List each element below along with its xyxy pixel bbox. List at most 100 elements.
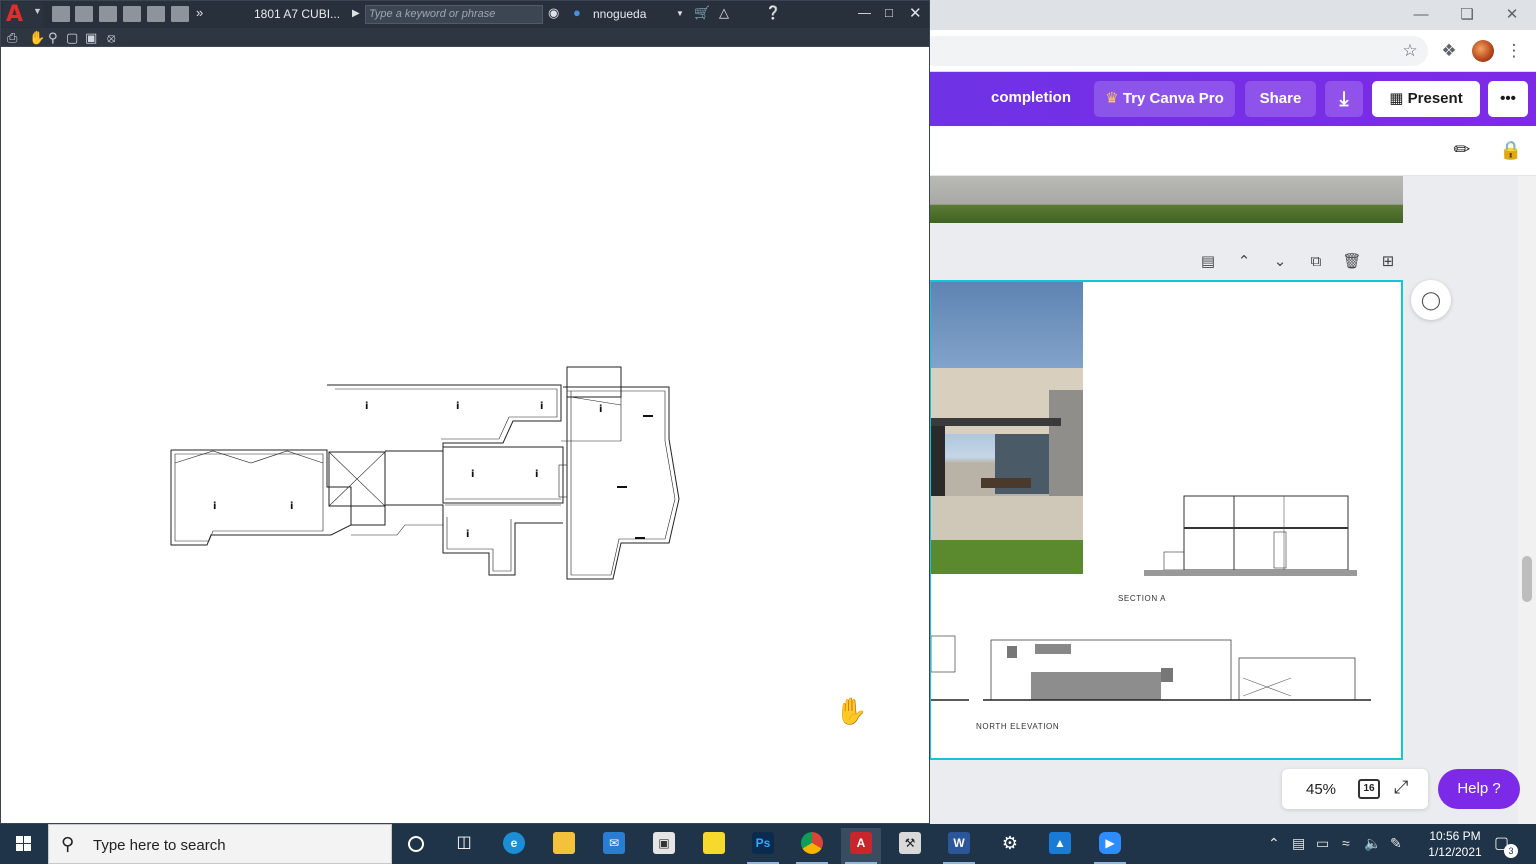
svg-text:i: i xyxy=(466,529,469,540)
section-a-label[interactable]: SECTION A xyxy=(1118,594,1166,603)
help-icon[interactable]: ❔ xyxy=(765,5,781,21)
add-comment-icon[interactable]: ◯ xyxy=(1411,280,1451,320)
user-icon[interactable]: ● xyxy=(573,5,581,20)
cortana-icon[interactable] xyxy=(396,828,436,864)
battery-icon[interactable]: ▭ xyxy=(1316,835,1329,852)
volume-icon[interactable]: 🔈 xyxy=(1364,835,1381,852)
address-bar[interactable] xyxy=(920,36,1428,66)
document-title[interactable]: completion xyxy=(991,89,1071,106)
rhino-icon[interactable]: ⚒ xyxy=(890,828,930,864)
minimize-icon[interactable]: — xyxy=(858,5,871,20)
file-explorer-icon[interactable] xyxy=(544,828,584,864)
mail-icon[interactable]: ✉ xyxy=(594,828,634,864)
svg-text:i: i xyxy=(290,501,293,512)
close-icon[interactable]: ✕ xyxy=(1498,4,1526,26)
open-icon[interactable] xyxy=(75,6,93,22)
search-icon: ⚲ xyxy=(61,834,75,854)
new-icon[interactable] xyxy=(52,6,70,22)
user-dropdown-icon[interactable]: ▼ xyxy=(676,9,684,18)
share-icon[interactable] xyxy=(171,6,189,22)
maximize-icon[interactable]: □ xyxy=(885,5,893,20)
autodesk-app-icon[interactable]: △ xyxy=(719,5,729,21)
trash-icon[interactable]: 🗑 xyxy=(1340,250,1364,274)
taskbar-search-placeholder: Type here to search xyxy=(93,837,226,854)
architectural-render-image[interactable] xyxy=(931,282,1083,574)
svg-text:i: i xyxy=(540,401,543,412)
sticky-notes-icon[interactable] xyxy=(694,828,734,864)
menu-icon[interactable]: ⋮ xyxy=(1502,39,1526,63)
binoculars-icon[interactable]: ◉ xyxy=(548,5,559,21)
try-canva-pro-button[interactable]: ♛ Try Canva Pro xyxy=(1094,81,1235,117)
chevron-down-icon[interactable]: ⌄ xyxy=(1268,250,1292,274)
fullscreen-icon[interactable]: ⤢ xyxy=(1394,777,1408,798)
plot-icon[interactable] xyxy=(147,6,165,22)
word-icon[interactable]: W xyxy=(939,828,979,864)
search-input[interactable]: Type a keyword or phrase xyxy=(365,5,543,24)
try-canva-pro-label: Try Canva Pro xyxy=(1122,90,1224,107)
username[interactable]: nnogueda xyxy=(593,7,646,21)
clock-time[interactable]: 10:56 PM xyxy=(1420,829,1490,843)
paint-roller-icon[interactable]: ✏ xyxy=(1450,138,1474,162)
taskbar-search-box[interactable]: ⚲ Type here to search xyxy=(48,824,392,864)
zoom-window-icon[interactable]: ▢ xyxy=(66,29,78,46)
present-button[interactable]: ▦ Present xyxy=(1372,81,1480,117)
section-a-drawing xyxy=(1144,495,1357,576)
canva-scrollbar[interactable] xyxy=(1518,176,1536,824)
task-view-icon[interactable]: ◫ xyxy=(444,828,484,864)
chevron-down-icon: ▼ xyxy=(33,6,42,16)
extensions-icon[interactable]: ❖ xyxy=(1437,39,1461,63)
zoom-icon[interactable]: ⚲ xyxy=(48,29,58,46)
edge-icon[interactable]: e xyxy=(494,828,534,864)
photos-icon[interactable]: ▲ xyxy=(1040,828,1080,864)
zoom-controls: 45% 16 ⤢ xyxy=(1282,769,1428,809)
minimize-icon[interactable]: — xyxy=(1407,4,1435,26)
help-button[interactable]: Help ? xyxy=(1438,769,1520,809)
download-icon[interactable]: ⤓ xyxy=(1325,81,1363,117)
north-elevation-label[interactable]: NORTH ELEVATION xyxy=(976,722,1059,731)
bookmark-star-icon[interactable]: ☆ xyxy=(1398,39,1422,63)
lock-icon[interactable]: 🔒 xyxy=(1499,138,1523,162)
cart-icon[interactable]: 🛒 xyxy=(694,5,710,21)
crown-icon: ♛ xyxy=(1105,90,1119,107)
close-view-icon[interactable]: ⦻ xyxy=(107,29,116,46)
note-icon[interactable]: ▤ xyxy=(1196,250,1220,274)
canva-page[interactable]: SECTION A NORTH ELEVATION xyxy=(929,280,1403,760)
photoshop-glyph: Ps xyxy=(752,832,774,854)
zoom-icon[interactable]: ▶ xyxy=(1090,828,1130,864)
page-actions: ▤ ⌃ ⌄ ⧉ 🗑 ⊞ xyxy=(1196,250,1402,274)
save-icon[interactable] xyxy=(99,6,117,22)
zoom-level[interactable]: 45% xyxy=(1306,781,1336,798)
pan-icon[interactable]: ✋ xyxy=(29,29,45,46)
close-icon[interactable]: ✕ xyxy=(909,4,922,22)
chevron-up-icon[interactable]: ⌃ xyxy=(1232,250,1256,274)
more-options-button[interactable]: ••• xyxy=(1488,81,1528,117)
duplicate-icon[interactable]: ⧉ xyxy=(1304,250,1328,274)
device-icon[interactable]: ▤ xyxy=(1292,835,1305,852)
photoshop-icon[interactable]: Ps xyxy=(743,828,783,864)
svg-text:i: i xyxy=(456,401,459,412)
store-icon[interactable]: ▣ xyxy=(644,828,684,864)
clock-date[interactable]: 1/12/2021 xyxy=(1420,845,1490,859)
autocad-icon[interactable]: A xyxy=(841,828,881,864)
add-page-icon[interactable]: ⊞ xyxy=(1376,250,1400,274)
start-button[interactable] xyxy=(0,824,48,864)
share-button[interactable]: Share xyxy=(1245,81,1316,117)
zoom-extents-icon[interactable]: ▣ xyxy=(85,29,97,46)
scroll-thumb[interactable] xyxy=(1522,556,1532,602)
chrome-icon[interactable] xyxy=(792,828,832,864)
svg-text:i: i xyxy=(535,469,538,480)
save-as-icon[interactable] xyxy=(123,6,141,22)
profile-avatar[interactable] xyxy=(1472,40,1494,62)
pen-icon[interactable]: ✎ xyxy=(1390,835,1402,852)
page-count-button[interactable]: 16 xyxy=(1358,779,1380,799)
chevron-up-icon[interactable]: ⌃ xyxy=(1268,835,1280,852)
restore-icon[interactable]: ❏ xyxy=(1453,4,1481,26)
autocad-titlebar: A ▼ » 1801 A7 CUBI... ▶ Type a keyword o… xyxy=(1,1,929,28)
drawing-canvas[interactable]: i i i i i i i i i ✋ xyxy=(1,47,929,823)
print-icon[interactable]: ⎙ xyxy=(7,29,17,46)
more-icon[interactable]: » xyxy=(196,5,203,20)
autocad-logo[interactable]: A ▼ xyxy=(3,2,43,27)
wifi-icon[interactable]: ≈ xyxy=(1342,835,1350,851)
word-glyph: W xyxy=(948,832,970,854)
settings-icon[interactable]: ⚙ xyxy=(990,828,1030,864)
